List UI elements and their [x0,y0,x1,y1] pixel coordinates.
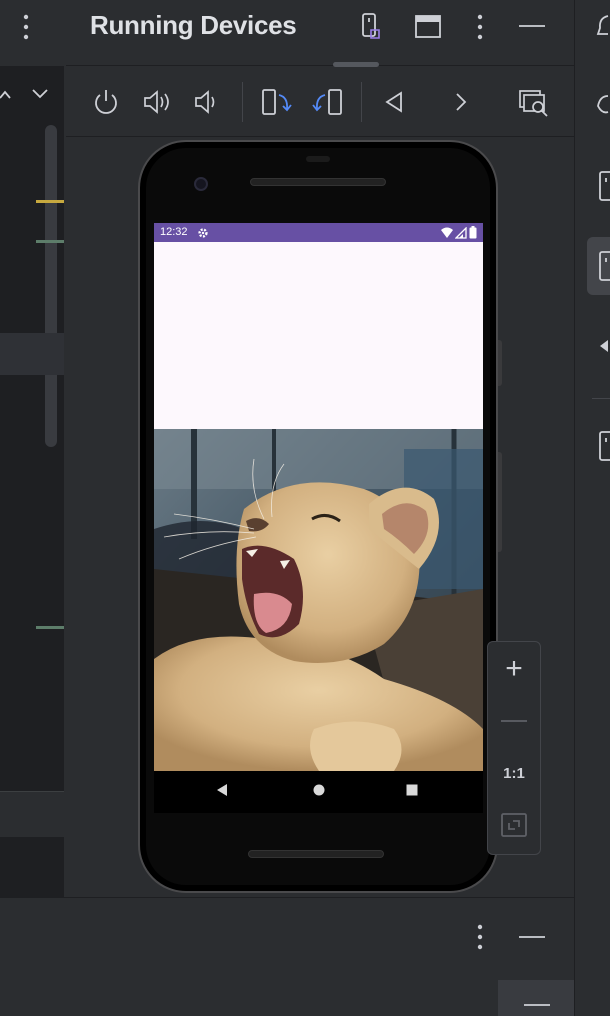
change-marker[interactable] [36,626,64,629]
notifications-icon[interactable] [596,12,610,40]
fit-screen-icon [501,813,527,837]
front-camera-icon [194,177,208,191]
battery-icon [469,226,477,239]
tool-separator [592,398,610,399]
running-devices-icon[interactable] [598,248,610,284]
more-options-icon[interactable] [470,922,490,952]
minimize-icon[interactable] [518,931,546,943]
lion-cub-photo [154,429,483,771]
page-title: Running Devices [90,10,297,40]
actual-size-button[interactable]: 1:1 [487,752,541,794]
power-icon[interactable] [92,88,120,116]
screenshot-search-icon[interactable] [518,88,550,118]
volume-up-icon[interactable] [142,88,172,116]
nav-recents-icon[interactable] [405,783,419,797]
emulator-icon[interactable] [598,336,610,356]
status-bar-area [0,980,498,1016]
settings-gear-icon [198,228,208,238]
rotate-right-icon[interactable] [312,86,344,118]
hamburger-icon [524,1004,550,1006]
zoom-in-button[interactable]: + [487,648,541,690]
window-layout-icon[interactable] [415,14,441,40]
editor-footer [0,791,64,837]
right-tool-window-bar [574,0,610,1016]
chevron-down-icon[interactable] [30,86,50,102]
change-marker[interactable] [36,240,64,243]
wifi-icon [441,227,453,238]
back-icon[interactable] [384,91,404,113]
more-options-icon[interactable] [470,12,490,42]
minimize-icon[interactable] [518,20,546,32]
app-content-area[interactable] [154,242,483,429]
phone-bottom-speaker [248,850,384,858]
editor-tabs-area [0,0,66,66]
status-time: 12:32 [160,226,188,238]
rotate-left-icon[interactable] [260,86,292,118]
editor-scrollbar[interactable] [45,125,57,447]
device-explorer-icon[interactable] [598,428,610,464]
cell-signal-icon [455,227,467,239]
warning-marker[interactable] [36,200,64,203]
device-selector-icon[interactable] [360,12,382,42]
zoom-out-button[interactable] [487,700,541,742]
gradle-icon[interactable] [596,90,610,118]
nav-back-icon[interactable] [215,782,229,798]
phone-earpiece [250,178,386,186]
zoom-out-icon [501,720,527,722]
current-line-highlight [0,333,64,375]
volume-down-icon[interactable] [193,88,219,116]
nav-home-icon[interactable] [311,782,327,798]
chevron-up-icon[interactable] [0,86,12,102]
forward-icon[interactable] [452,91,470,113]
toolbar-separator [361,82,362,122]
status-bar-menu[interactable] [498,980,574,1016]
more-options-icon[interactable] [16,12,36,42]
phone-sensor [306,156,330,162]
device-manager-icon[interactable] [598,168,610,204]
fit-screen-button[interactable] [487,804,541,846]
toolbar-separator [242,82,243,122]
